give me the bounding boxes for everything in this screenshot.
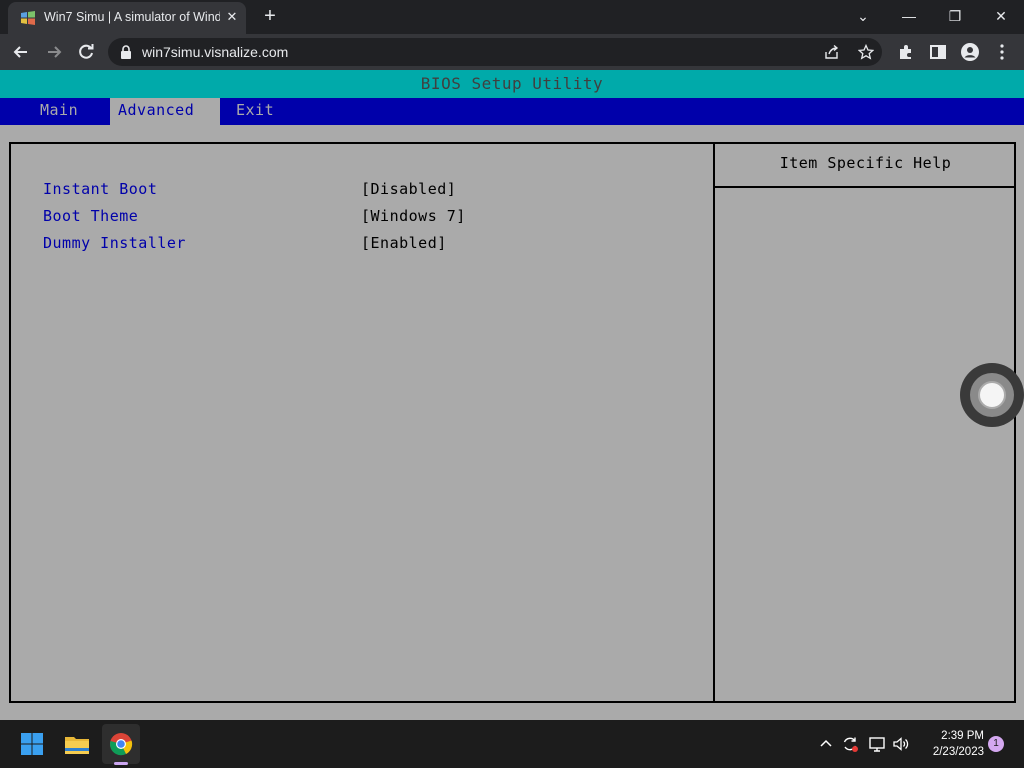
help-title-divider	[715, 186, 1016, 188]
network-icon[interactable]	[867, 734, 887, 754]
option-dummy-installer-value[interactable]: [Enabled]	[361, 234, 447, 252]
profile-icon[interactable]	[959, 41, 981, 63]
bios-menu-bar: Main Advanced Exit	[0, 98, 1024, 125]
forward-icon[interactable]	[43, 41, 65, 63]
option-instant-boot-value[interactable]: [Disabled]	[361, 180, 456, 198]
help-panel-title: Item Specific Help	[779, 154, 952, 172]
option-dummy-installer-label[interactable]: Dummy Installer	[43, 234, 186, 252]
browser-title-bar: Win7 Simu | A simulator of Windows 7 ✕ +…	[0, 0, 1024, 34]
browser-tab[interactable]: Win7 Simu | A simulator of Windows 7 ✕	[8, 2, 246, 34]
close-window-button[interactable]: ✕	[988, 4, 1014, 28]
menu-kebab-icon[interactable]	[991, 41, 1013, 63]
tab-search-icon[interactable]: ⌄	[850, 4, 876, 28]
win7-favicon-icon	[21, 11, 35, 25]
side-panel-icon[interactable]	[927, 41, 949, 63]
touch-cursor-core	[978, 381, 1006, 409]
bios-body: Instant Boot [Disabled] Boot Theme [Wind…	[0, 125, 1024, 720]
menu-exit[interactable]: Exit	[228, 98, 282, 125]
clock-time: 2:39 PM	[941, 730, 984, 742]
chrome-icon[interactable]	[105, 728, 137, 760]
reload-icon[interactable]	[75, 41, 97, 63]
menu-advanced[interactable]: Advanced	[110, 98, 220, 125]
option-boot-theme-label[interactable]: Boot Theme	[43, 207, 138, 225]
touch-cursor-icon	[960, 363, 1024, 427]
back-icon[interactable]	[10, 41, 32, 63]
new-tab-button[interactable]: +	[260, 6, 280, 26]
file-explorer-icon[interactable]	[61, 728, 93, 760]
windows-logo-icon[interactable]	[16, 728, 48, 760]
chevron-up-icon[interactable]	[816, 734, 836, 754]
lock-icon[interactable]	[120, 45, 132, 59]
notification-badge[interactable]: 1	[988, 736, 1004, 752]
tab-close-icon[interactable]: ✕	[224, 9, 240, 25]
panel-divider	[713, 144, 715, 701]
sync-icon[interactable]	[840, 734, 860, 754]
address-bar[interactable]: win7simu.visnalize.com	[108, 38, 882, 66]
restore-button[interactable]: ❐	[942, 4, 968, 28]
active-app-indicator	[114, 762, 128, 765]
menu-main[interactable]: Main	[32, 98, 86, 125]
minimize-button[interactable]: —	[896, 4, 922, 28]
extensions-icon[interactable]	[895, 41, 917, 63]
bookmark-star-icon[interactable]	[858, 44, 874, 60]
volume-icon[interactable]	[891, 734, 911, 754]
touch-cursor-ring	[970, 373, 1014, 417]
option-instant-boot-label[interactable]: Instant Boot	[43, 180, 157, 198]
clock-date: 2/23/2023	[932, 746, 984, 758]
bios-frame: Instant Boot [Disabled] Boot Theme [Wind…	[9, 142, 1016, 703]
browser-toolbar: win7simu.visnalize.com	[0, 34, 1024, 70]
url-text[interactable]: win7simu.visnalize.com	[142, 44, 288, 60]
tab-title: Win7 Simu | A simulator of Windows 7	[44, 10, 220, 24]
share-icon[interactable]	[824, 44, 840, 60]
option-boot-theme-value[interactable]: [Windows 7]	[361, 207, 466, 225]
taskbar: 2:39 PM 2/23/2023 1	[0, 720, 1024, 768]
system-clock[interactable]: 2:39 PM 2/23/2023	[920, 728, 984, 760]
bios-title-bar: BIOS Setup Utility	[0, 70, 1024, 98]
